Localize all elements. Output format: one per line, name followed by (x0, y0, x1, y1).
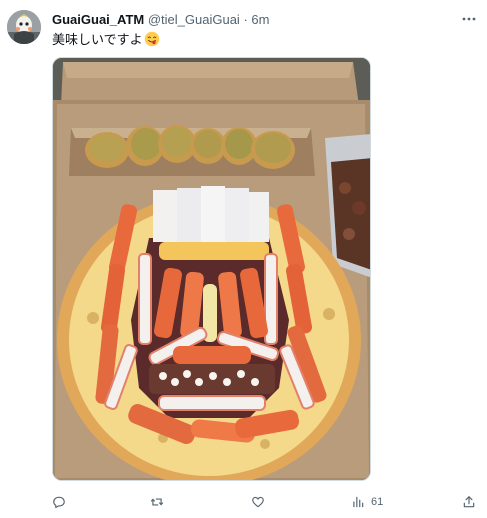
timestamp[interactable]: 6m (251, 12, 269, 27)
reply-button[interactable] (52, 492, 72, 512)
retweet-button[interactable] (150, 492, 170, 512)
pizza-photo (53, 58, 370, 480)
heart-icon (252, 496, 264, 508)
separator-dot: · (243, 12, 248, 27)
avatar-image (7, 10, 41, 44)
share-button[interactable] (462, 492, 476, 512)
tweet: GuaiGuai_ATM @tiel_GuaiGuai · 6m 美味しいですよ (0, 0, 487, 518)
tweet-photo[interactable] (52, 57, 371, 481)
tweet-actions: 61 (0, 492, 487, 512)
avatar[interactable] (7, 10, 41, 44)
tweet-text-content: 美味しいですよ (52, 32, 143, 47)
views-icon (353, 496, 364, 508)
tweet-header: GuaiGuai_ATM @tiel_GuaiGuai · 6m (52, 12, 269, 28)
display-name[interactable]: GuaiGuai_ATM (52, 12, 144, 27)
views-count: 61 (371, 496, 384, 508)
reply-icon (53, 496, 65, 509)
face-savoring-food-icon (144, 31, 160, 47)
views-button[interactable]: 61 (351, 492, 383, 512)
tweet-text: 美味しいですよ (52, 31, 160, 49)
user-handle[interactable]: @tiel_GuaiGuai (148, 12, 240, 27)
retweet-icon (150, 498, 164, 506)
share-icon (463, 496, 475, 508)
more-options-icon[interactable] (461, 11, 477, 27)
like-button[interactable] (251, 492, 271, 512)
